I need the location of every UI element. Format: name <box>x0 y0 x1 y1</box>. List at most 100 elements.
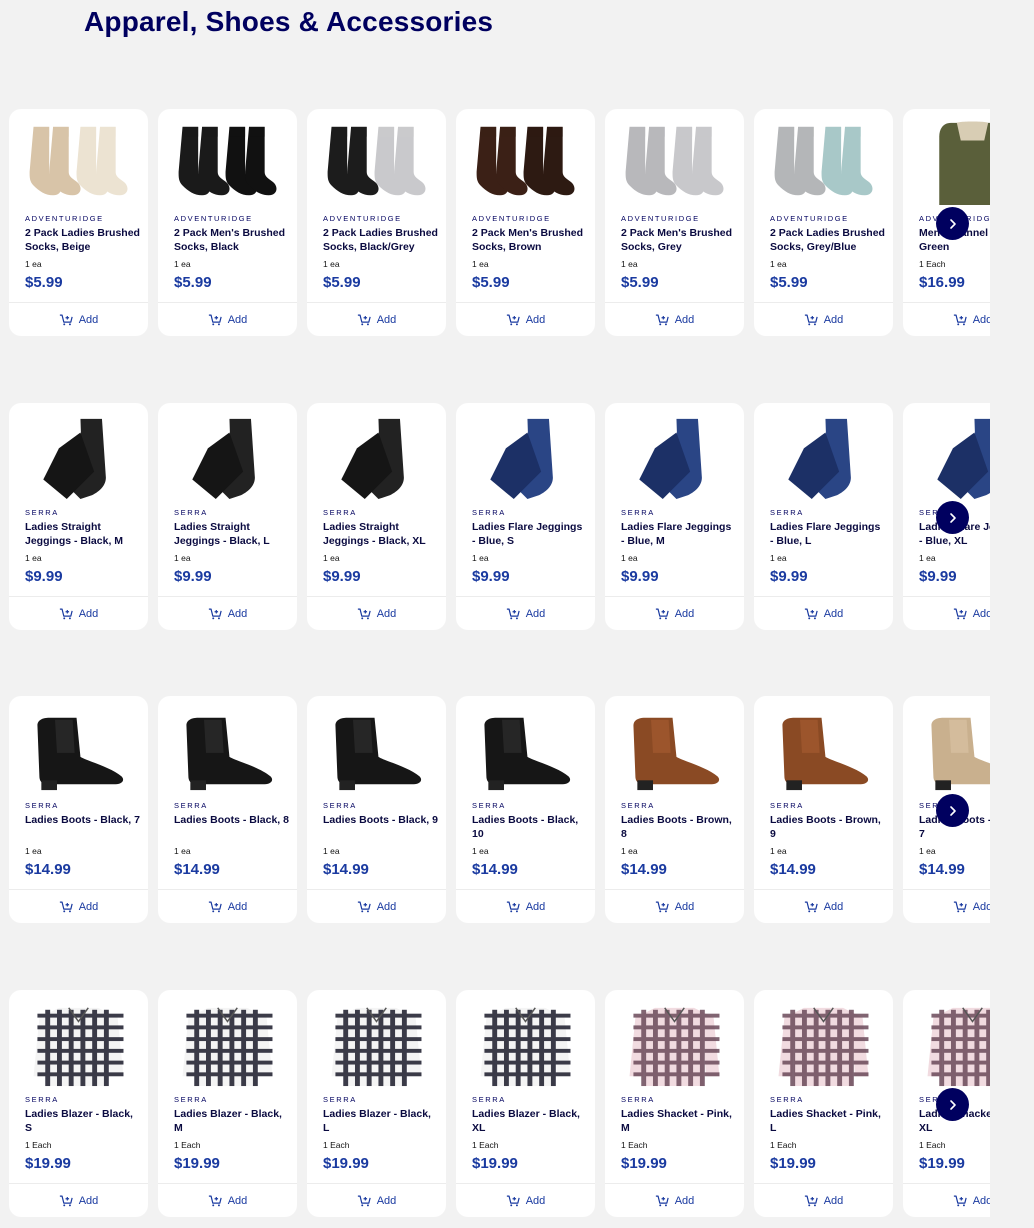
add-to-cart-button[interactable]: Add <box>456 1184 595 1217</box>
product-name[interactable]: Ladies Blazer - Black, S <box>25 1108 140 1135</box>
product-name[interactable]: Ladies Flare Jeggings - Blue, M <box>621 521 736 548</box>
product-image[interactable] <box>168 1000 287 1088</box>
product-card[interactable]: ADVENTURIDGE 2 Pack Men's Brushed Socks, … <box>456 109 595 336</box>
add-to-cart-button[interactable]: Add <box>903 1184 990 1217</box>
product-image[interactable] <box>764 706 883 794</box>
carousel-next-button[interactable] <box>936 207 969 240</box>
add-to-cart-button[interactable]: Add <box>9 1184 148 1217</box>
product-image[interactable] <box>317 119 436 207</box>
product-card[interactable]: ADVENTURIDGE 2 Pack Ladies Brushed Socks,… <box>307 109 446 336</box>
product-name[interactable]: Ladies Boots - Black, 9 <box>323 814 438 828</box>
product-name[interactable]: Ladies Boots - Black, 10 <box>472 814 587 841</box>
product-name[interactable]: 2 Pack Ladies Brushed Socks, Black/Grey <box>323 227 438 254</box>
product-name[interactable]: Ladies Shacket - Pink, L <box>770 1108 885 1135</box>
product-name[interactable]: 2 Pack Ladies Brushed Socks, Grey/Blue <box>770 227 885 254</box>
add-to-cart-button[interactable]: Add <box>307 890 446 923</box>
product-name[interactable]: 2 Pack Men's Brushed Socks, Brown <box>472 227 587 254</box>
product-card[interactable]: SERRA Ladies Blazer - Black, M 1 Each $19.9… <box>158 990 297 1217</box>
product-card[interactable]: SERRA Ladies Shacket - Pink, M 1 Each $19.9… <box>605 990 744 1217</box>
add-to-cart-button[interactable]: Add <box>605 303 744 336</box>
add-to-cart-button[interactable]: Add <box>158 597 297 630</box>
product-name[interactable]: Ladies Boots - Brown, 9 <box>770 814 885 841</box>
add-to-cart-button[interactable]: Add <box>456 303 595 336</box>
product-name[interactable]: Ladies Straight Jeggings - Black, L <box>174 521 289 548</box>
add-to-cart-button[interactable]: Add <box>158 1184 297 1217</box>
product-image[interactable] <box>764 119 883 207</box>
add-to-cart-button[interactable]: Add <box>754 597 893 630</box>
add-to-cart-button[interactable]: Add <box>754 303 893 336</box>
product-card[interactable]: SERRA Ladies Flare Jeggings - Blue, L 1 ea… <box>754 403 893 630</box>
product-card[interactable]: SERRA Ladies Flare Jeggings - Blue, S 1 ea… <box>456 403 595 630</box>
product-image[interactable] <box>764 1000 883 1088</box>
product-card[interactable]: SERRA Ladies Blazer - Black, S 1 Each $19.9… <box>9 990 148 1217</box>
product-image[interactable] <box>168 413 287 501</box>
product-name[interactable]: 2 Pack Men's Brushed Socks, Black <box>174 227 289 254</box>
product-image[interactable] <box>317 706 436 794</box>
product-image[interactable] <box>317 413 436 501</box>
product-name[interactable]: Ladies Boots - Black, 7 <box>25 814 140 828</box>
product-image[interactable] <box>913 706 990 794</box>
product-card[interactable]: ADVENTURIDGE 2 Pack Ladies Brushed Socks,… <box>9 109 148 336</box>
carousel-next-button[interactable] <box>936 1088 969 1121</box>
add-to-cart-button[interactable]: Add <box>9 890 148 923</box>
add-to-cart-button[interactable]: Add <box>456 890 595 923</box>
product-name[interactable]: Ladies Straight Jeggings - Black, XL <box>323 521 438 548</box>
add-to-cart-button[interactable]: Add <box>9 597 148 630</box>
product-card[interactable]: SERRA Ladies Flare Jeggings - Blue, M 1 ea… <box>605 403 744 630</box>
product-image[interactable] <box>168 119 287 207</box>
product-name[interactable]: Ladies Blazer - Black, M <box>174 1108 289 1135</box>
add-to-cart-button[interactable]: Add <box>307 597 446 630</box>
product-name[interactable]: Ladies Blazer - Black, L <box>323 1108 438 1135</box>
product-image[interactable] <box>19 1000 138 1088</box>
product-card[interactable]: ADVENTURIDGE 2 Pack Men's Brushed Socks, … <box>605 109 744 336</box>
product-image[interactable] <box>466 413 585 501</box>
product-image[interactable] <box>466 119 585 207</box>
product-name[interactable]: Ladies Straight Jeggings - Black, M <box>25 521 140 548</box>
product-card[interactable]: ADVENTURIDGE 2 Pack Ladies Brushed Socks,… <box>754 109 893 336</box>
product-image[interactable] <box>615 1000 734 1088</box>
product-image[interactable] <box>466 1000 585 1088</box>
product-name[interactable]: Ladies Blazer - Black, XL <box>472 1108 587 1135</box>
product-name[interactable]: 2 Pack Ladies Brushed Socks, Beige <box>25 227 140 254</box>
product-image[interactable] <box>913 1000 990 1088</box>
product-image[interactable] <box>913 119 990 207</box>
product-image[interactable] <box>615 706 734 794</box>
product-name[interactable]: Ladies Flare Jeggings - Blue, S <box>472 521 587 548</box>
product-card[interactable]: SERRA Ladies Shacket - Pink, L 1 Each $19.9… <box>754 990 893 1217</box>
carousel-next-button[interactable] <box>936 501 969 534</box>
product-image[interactable] <box>317 1000 436 1088</box>
product-name[interactable]: Ladies Boots - Brown, 8 <box>621 814 736 841</box>
add-to-cart-button[interactable]: Add <box>903 890 990 923</box>
add-to-cart-button[interactable]: Add <box>307 303 446 336</box>
product-card[interactable]: SERRA Ladies Boots - Brown, 8 1 ea $14.99 Ad… <box>605 696 744 923</box>
product-image[interactable] <box>913 413 990 501</box>
product-card[interactable]: SERRA Ladies Boots - Black, 7 1 ea $14.99 Ad… <box>9 696 148 923</box>
product-image[interactable] <box>615 119 734 207</box>
product-name[interactable]: 2 Pack Men's Brushed Socks, Grey <box>621 227 736 254</box>
product-card[interactable]: SERRA Ladies Blazer - Black, L 1 Each $19.9… <box>307 990 446 1217</box>
add-to-cart-button[interactable]: Add <box>754 1184 893 1217</box>
product-card[interactable]: SERRA Ladies Blazer - Black, XL 1 Each $19.… <box>456 990 595 1217</box>
product-card[interactable]: SERRA Ladies Straight Jeggings - Black, X… <box>307 403 446 630</box>
product-image[interactable] <box>19 413 138 501</box>
add-to-cart-button[interactable]: Add <box>9 303 148 336</box>
product-card[interactable]: SERRA Ladies Straight Jeggings - Black, L… <box>158 403 297 630</box>
product-image[interactable] <box>168 706 287 794</box>
product-card[interactable]: SERRA Ladies Boots - Black, 9 1 ea $14.99 Ad… <box>307 696 446 923</box>
add-to-cart-button[interactable]: Add <box>605 1184 744 1217</box>
product-card[interactable]: ADVENTURIDGE 2 Pack Men's Brushed Socks, … <box>158 109 297 336</box>
add-to-cart-button[interactable]: Add <box>754 890 893 923</box>
product-image[interactable] <box>19 706 138 794</box>
add-to-cart-button[interactable]: Add <box>903 303 990 336</box>
product-name[interactable]: Ladies Shacket - Pink, M <box>621 1108 736 1135</box>
add-to-cart-button[interactable]: Add <box>605 890 744 923</box>
product-image[interactable] <box>19 119 138 207</box>
product-card[interactable]: SERRA Ladies Boots - Black, 8 1 ea $14.99 Ad… <box>158 696 297 923</box>
product-image[interactable] <box>764 413 883 501</box>
add-to-cart-button[interactable]: Add <box>158 303 297 336</box>
product-name[interactable]: Ladies Boots - Black, 8 <box>174 814 289 828</box>
product-name[interactable]: Ladies Flare Jeggings - Blue, L <box>770 521 885 548</box>
add-to-cart-button[interactable]: Add <box>158 890 297 923</box>
product-card[interactable]: SERRA Ladies Straight Jeggings - Black, M… <box>9 403 148 630</box>
product-image[interactable] <box>615 413 734 501</box>
